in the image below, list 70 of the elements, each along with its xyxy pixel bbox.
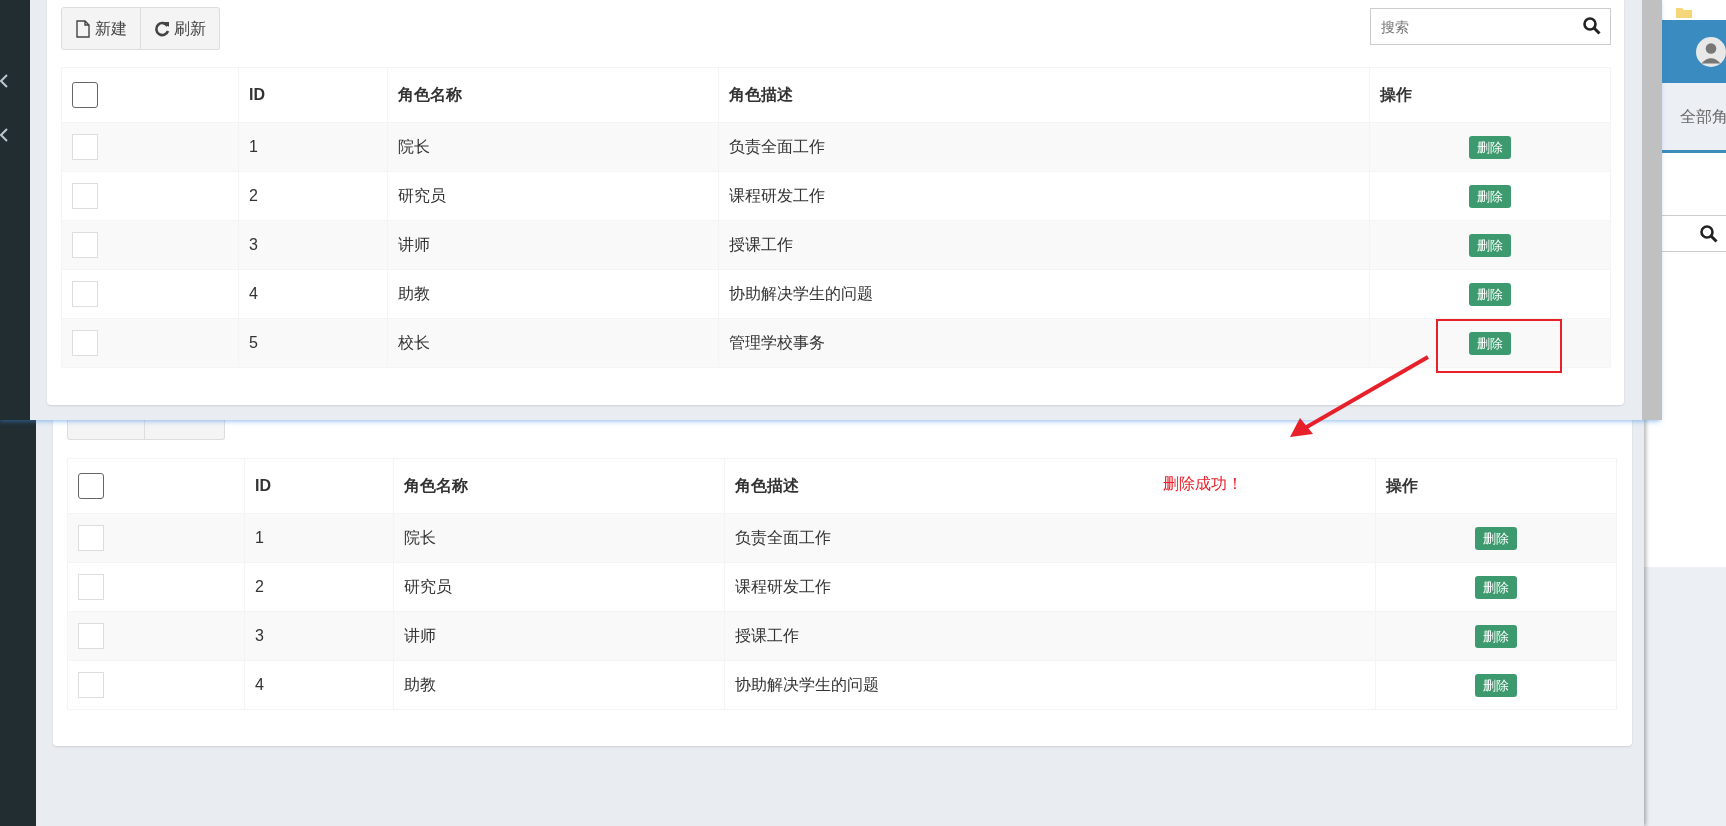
table-cell: 管理学校事务: [729, 334, 825, 351]
folder-icon: [1676, 7, 1692, 18]
table-cell: 助教: [404, 676, 436, 693]
table-cell: 院长: [398, 138, 430, 155]
table-cell: 2: [249, 187, 258, 204]
delete-button[interactable]: 删除: [1469, 184, 1511, 209]
new-button[interactable]: 新建: [61, 7, 141, 50]
row-checkbox[interactable]: [72, 330, 98, 356]
column-header: 角色描述: [729, 86, 793, 103]
row-checkbox[interactable]: [78, 574, 104, 600]
table-cell: 5: [249, 334, 258, 351]
table-cell: 授课工作: [735, 627, 799, 644]
search-field[interactable]: 搜索: [1370, 8, 1611, 45]
table-cell: 讲师: [404, 627, 436, 644]
column-header: 角色描述: [735, 477, 799, 494]
table-cell: 3: [255, 627, 264, 644]
avatar[interactable]: [1696, 34, 1726, 69]
success-message: 删除成功！: [1163, 474, 1243, 494]
table-cell: 研究员: [404, 578, 452, 595]
delete-button[interactable]: 删除: [1475, 624, 1517, 649]
row-checkbox[interactable]: [72, 183, 98, 209]
table-cell: 校长: [398, 334, 430, 351]
table-cell: 4: [255, 676, 264, 693]
delete-button[interactable]: 删除: [1469, 331, 1511, 356]
table-cell: 2: [255, 578, 264, 595]
table-cell: 4: [249, 285, 258, 302]
refresh-button[interactable]: 刷新: [141, 7, 220, 50]
column-header: 角色名称: [404, 477, 468, 494]
table-cell: 负责全面工作: [735, 529, 831, 546]
delete-button[interactable]: 删除: [1475, 673, 1517, 698]
breadcrumb-link[interactable]: 全部角: [1680, 104, 1726, 129]
delete-button[interactable]: 删除: [1469, 135, 1511, 160]
refresh-icon: [154, 19, 170, 38]
table-cell: 授课工作: [729, 236, 793, 253]
column-header: 操作: [1386, 477, 1418, 494]
table-cell: 课程研发工作: [735, 578, 831, 595]
row-checkbox[interactable]: [72, 232, 98, 258]
collapse-chevron-icon[interactable]: [0, 128, 8, 142]
table-cell: 负责全面工作: [729, 138, 825, 155]
collapse-chevron-icon[interactable]: [0, 74, 8, 88]
table-cell: 助教: [398, 285, 430, 302]
select-all-checkbox[interactable]: [72, 82, 98, 108]
table-cell: 研究员: [398, 187, 446, 204]
toolbar-button[interactable]: [67, 420, 145, 440]
row-checkbox[interactable]: [72, 134, 98, 160]
toolbar-button[interactable]: [145, 420, 225, 440]
select-all-checkbox[interactable]: [78, 473, 104, 499]
row-checkbox[interactable]: [78, 623, 104, 649]
delete-button[interactable]: 删除: [1469, 282, 1511, 307]
table-cell: 讲师: [398, 236, 430, 253]
row-checkbox[interactable]: [78, 672, 104, 698]
delete-button[interactable]: 删除: [1475, 575, 1517, 600]
delete-button[interactable]: 删除: [1469, 233, 1511, 258]
search-icon[interactable]: [1583, 17, 1601, 35]
column-header: ID: [249, 86, 265, 103]
delete-button[interactable]: 删除: [1475, 526, 1517, 551]
row-checkbox[interactable]: [78, 525, 104, 551]
table-cell: 课程研发工作: [729, 187, 825, 204]
column-header: ID: [255, 477, 271, 494]
table-cell: 1: [249, 138, 258, 155]
file-icon: [75, 19, 91, 38]
table-cell: 协助解决学生的问题: [729, 285, 873, 302]
column-header: 操作: [1380, 86, 1412, 103]
search-icon[interactable]: [1700, 224, 1718, 243]
table-cell: 协助解决学生的问题: [735, 676, 879, 693]
table-cell: 1: [255, 529, 264, 546]
row-checkbox[interactable]: [72, 281, 98, 307]
table-cell: 3: [249, 236, 258, 253]
column-header: 角色名称: [398, 86, 462, 103]
table-cell: 院长: [404, 529, 436, 546]
